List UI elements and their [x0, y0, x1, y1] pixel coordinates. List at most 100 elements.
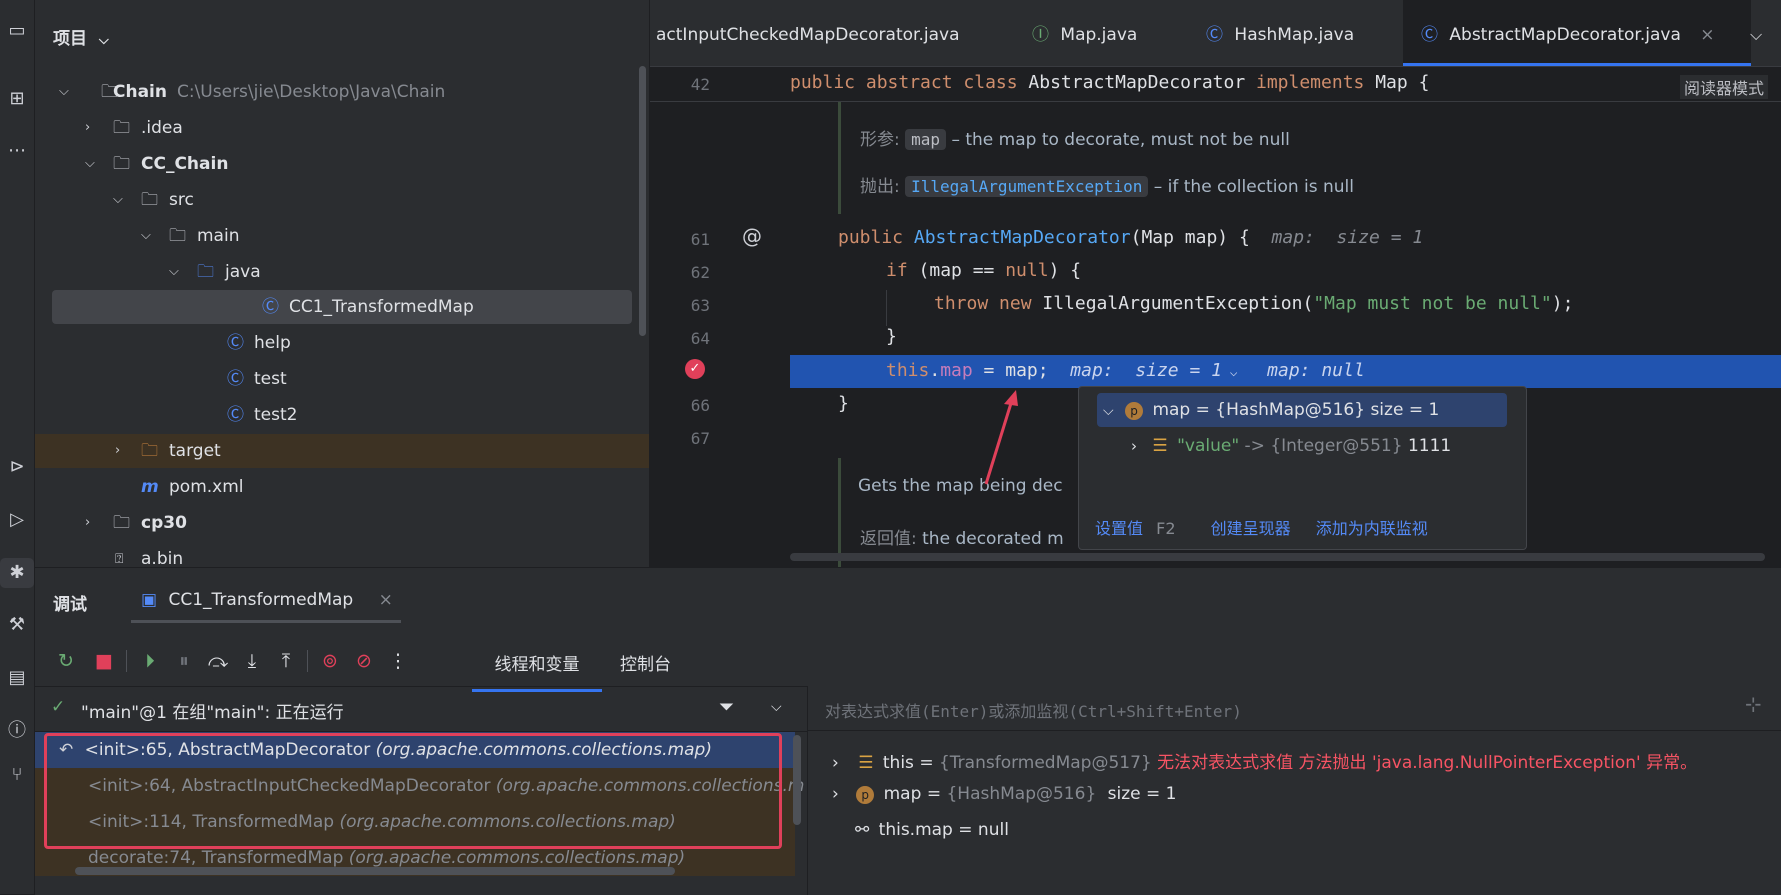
tree-label: a.bin — [141, 549, 184, 567]
tab-label: CC1_TransformedMap — [168, 590, 354, 610]
override-marker-icon[interactable]: @ — [742, 224, 762, 248]
variable-name: this.map — [878, 820, 953, 840]
frames-scrollbar[interactable] — [793, 735, 801, 825]
tree-item-abin[interactable]: ⍰ a.bin — [35, 542, 649, 567]
tree-item-main[interactable]: ⌵ 🗀 main — [35, 219, 649, 253]
chevron-right-icon[interactable]: › — [832, 753, 839, 773]
close-icon[interactable]: × — [1700, 25, 1714, 45]
chevron-right-icon[interactable]: › — [115, 434, 129, 468]
breakpoint-icon[interactable]: ✓ — [685, 359, 705, 379]
project-panel-title[interactable]: 项目 ⌵ — [53, 24, 109, 49]
tree-item-java[interactable]: ⌵ 🗀 java — [35, 255, 649, 289]
chevron-right-icon[interactable]: › — [832, 784, 839, 804]
tree-item-pom[interactable]: m pom.xml — [35, 470, 649, 504]
tab-abstract-input-checked-map-decorator[interactable]: actInputCheckedMapDecorator.java — [656, 0, 960, 66]
rerun-icon[interactable]: ↻ — [53, 648, 79, 674]
module-folder-icon: 🗀 — [113, 513, 130, 533]
structure-icon[interactable]: ⊞ — [0, 84, 34, 114]
variable-row-this-map[interactable]: ⚯ this.map = null — [855, 820, 1009, 840]
chevron-down-icon[interactable]: ⌵ — [1222, 365, 1245, 380]
git-icon[interactable]: ⑂ — [0, 760, 34, 790]
resume-icon[interactable]: ⏵ — [137, 648, 163, 674]
set-value-link[interactable]: 设置值 — [1095, 519, 1143, 538]
terminal-icon[interactable]: ▤ — [0, 663, 34, 693]
run-icon[interactable]: ▷ — [0, 505, 34, 535]
project-panel: 项目 ⌵ ⌵ 🗀 Chain C:\Users\jie\Desktop\Java\… — [35, 0, 649, 567]
doc-chip[interactable]: IllegalArgumentException — [905, 176, 1149, 197]
code-token: ) { — [1048, 260, 1082, 281]
tree-item-help[interactable]: Ⓒ help — [35, 326, 649, 360]
mute-breakpoints-icon[interactable]: ⊘ — [351, 648, 377, 674]
build-icon[interactable]: ⚒ — [0, 610, 34, 640]
variable-value: size = 1 — [1107, 784, 1177, 804]
more-options-icon[interactable]: ⋮ — [385, 648, 411, 674]
code-token: AbstractMapDecorator — [1028, 72, 1256, 93]
variable-row-this[interactable]: › ☰ this = {TransformedMap@517} 无法对表达式求值… — [832, 748, 1697, 773]
tree-item-test[interactable]: Ⓒ test — [35, 362, 649, 396]
frames-horizontal-scrollbar[interactable] — [75, 867, 675, 875]
chevron-right-icon[interactable]: › — [85, 111, 99, 145]
chevron-down-icon[interactable]: ⌵ — [771, 699, 782, 715]
evaluate-expression-input[interactable]: 对表达式求值(Enter)或添加监视(Ctrl+Shift+Enter) — [825, 698, 1242, 722]
debug-icon[interactable]: ✱ — [0, 558, 34, 588]
step-out-icon[interactable]: ⤒ — [273, 648, 299, 674]
tree-item-test2[interactable]: Ⓒ test2 — [35, 398, 649, 432]
more-icon[interactable]: ⋯ — [0, 136, 34, 166]
variable-row-map[interactable]: › p map = {HashMap@516} size = 1 — [832, 784, 1177, 804]
source-folder-icon: 🗀 — [197, 262, 214, 282]
add-inline-watch-link[interactable]: 添加为内联监视 — [1316, 519, 1428, 538]
editor-horizontal-scrollbar[interactable] — [790, 553, 1765, 561]
doc-text: – if the collection is null — [1153, 177, 1354, 197]
filter-icon[interactable]: ⏷ — [719, 696, 734, 718]
reader-mode-button[interactable]: 阅读器模式 — [1680, 75, 1769, 99]
chevron-right-icon[interactable]: › — [1131, 437, 1137, 455]
tree-item-idea[interactable]: › 🗀 .idea — [35, 111, 649, 145]
inline-value-hint[interactable]: map: size = 1 — [1070, 360, 1222, 381]
tree-item-chain[interactable]: ⌵ 🗀 Chain C:\Users\jie\Desktop\Java\Chain — [35, 75, 649, 109]
popup-row-text: map = {HashMap@516} size = 1 — [1152, 400, 1440, 420]
debug-session-tab[interactable]: ▣ CC1_TransformedMap × — [131, 580, 401, 623]
tree-item-src[interactable]: ⌵ 🗀 src — [35, 183, 649, 217]
stop-icon[interactable]: ■ — [91, 648, 117, 674]
folder-icon: 🗀 — [141, 190, 158, 210]
tab-hashmap-java[interactable]: Ⓒ HashMap.java — [1206, 0, 1354, 66]
chevron-right-icon[interactable]: › — [85, 506, 99, 540]
close-icon[interactable]: × — [379, 590, 393, 610]
tree-item-target[interactable]: › 🗀 target — [35, 434, 649, 468]
thread-selector[interactable]: ✓ "main"@1 在组"main": 正在运行 ⏷ ⌵ — [35, 686, 807, 732]
value-popup: ⌵ p map = {HashMap@516} size = 1 › ☰ "va… — [1078, 386, 1527, 550]
tree-item-cc1-transformedmap[interactable]: Ⓒ CC1_TransformedMap — [52, 290, 632, 324]
thread-status: "main"@1 在组"main": 正在运行 — [81, 703, 344, 723]
variable-type: {TransformedMap@517} — [938, 753, 1152, 773]
view-breakpoints-icon[interactable]: ⊚ — [317, 648, 343, 674]
chevron-down-icon[interactable]: ⌵ — [113, 183, 127, 217]
pause-icon[interactable]: ⏸ — [171, 648, 197, 674]
project-scrollbar[interactable] — [639, 66, 646, 336]
popup-row-map[interactable]: ⌵ p map = {HashMap@516} size = 1 — [1097, 393, 1507, 427]
chevron-down-icon[interactable]: ⌵ — [141, 219, 155, 253]
create-renderer-link[interactable]: 创建呈现器 — [1211, 519, 1291, 538]
tab-abstract-map-decorator[interactable]: Ⓒ AbstractMapDecorator.java × — [1403, 0, 1751, 66]
tab-console[interactable]: 控制台 — [620, 650, 671, 675]
tree-item-cp30[interactable]: › 🗀 cp30 — [35, 506, 649, 540]
chevron-down-icon[interactable]: ⌵ — [169, 255, 183, 289]
problems-icon[interactable]: ⓘ — [0, 716, 34, 746]
line-number: 64 — [690, 329, 710, 348]
chevron-down-icon[interactable]: ⌵ — [1103, 403, 1114, 419]
tab-overflow-icon[interactable]: ⌵ — [1750, 0, 1762, 66]
chevron-down-icon[interactable]: ⌵ — [85, 147, 99, 181]
tree-item-cc-chain[interactable]: ⌵ 🗀 CC_Chain — [35, 147, 649, 181]
step-into-icon[interactable]: ⤓ — [239, 648, 265, 674]
project-folder-icon[interactable]: ▭ — [0, 16, 34, 46]
step-over-icon[interactable]: ⤼ — [205, 648, 231, 674]
inline-value-hint[interactable]: map: size = 1 — [1272, 227, 1424, 248]
chevron-down-icon[interactable]: ⌵ — [59, 75, 73, 109]
chevron-down-icon: ⌵ — [98, 33, 109, 48]
tab-map-java[interactable]: Ⓘ Map.java — [1032, 0, 1137, 66]
line-number: 42 — [690, 75, 710, 94]
services-icon[interactable]: ⊳ — [0, 452, 34, 482]
tree-label: CC1_TransformedMap — [289, 297, 474, 317]
inline-value-hint[interactable]: map: null — [1267, 360, 1365, 381]
popup-row-value[interactable]: › ☰ "value" -> {Integer@551} 1111 — [1131, 429, 1451, 463]
add-watch-icon[interactable]: ⊹ — [1745, 692, 1762, 716]
